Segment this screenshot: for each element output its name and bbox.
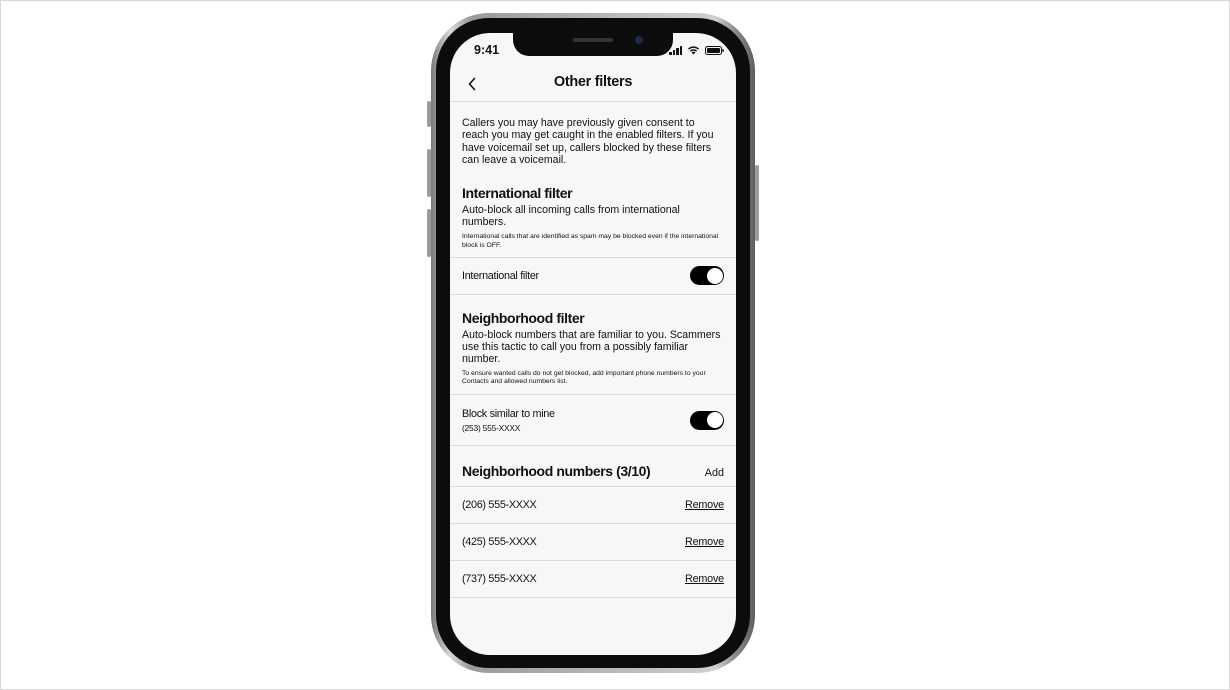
status-bar: 9:41 xyxy=(450,33,736,67)
neighborhood-numbers-header: Neighborhood numbers (3/10) Add xyxy=(450,463,736,479)
phone-frame: 9:41 Other filters Callers you may have … xyxy=(427,13,759,673)
international-filter-toggle-label: International filter xyxy=(462,269,539,282)
remove-button[interactable]: Remove xyxy=(685,573,724,585)
international-filter-row: International filter xyxy=(450,256,736,295)
block-similar-number: (253) 555-XXXX xyxy=(462,422,521,433)
page-title: Other filters xyxy=(553,74,633,90)
remove-button[interactable]: Remove xyxy=(685,536,724,548)
add-number-button[interactable]: Add xyxy=(705,467,724,479)
phone-screen: 9:41 Other filters Callers you may have … xyxy=(450,33,736,655)
toggle-knob xyxy=(706,412,723,429)
neighborhood-numbers-title: Neighborhood numbers (3/10) xyxy=(462,463,651,480)
intro-text: Callers you may have previously given co… xyxy=(462,117,714,167)
neighborhood-filter-note: To ensure wanted calls do not get blocke… xyxy=(462,369,706,386)
list-item: (206) 555-XXXX Remove xyxy=(450,487,736,525)
cellular-signal-icon xyxy=(669,46,682,55)
silent-switch xyxy=(427,101,431,127)
neighborhood-numbers-list: (206) 555-XXXX Remove (425) 555-XXXX Rem… xyxy=(450,487,736,599)
main-content: Callers you may have previously given co… xyxy=(450,102,736,599)
block-similar-toggle[interactable] xyxy=(690,410,724,430)
list-item: (737) 555-XXXX Remove xyxy=(450,561,736,599)
notch xyxy=(513,33,673,56)
wifi-icon xyxy=(687,45,700,55)
block-similar-text: Block similar to mine (253) 555-XXXX xyxy=(462,408,555,433)
international-filter-toggle[interactable] xyxy=(690,266,724,286)
status-icons xyxy=(669,45,724,55)
international-filter-description: Auto-block all incoming calls from inter… xyxy=(462,203,680,229)
neighborhood-filter-title: Neighborhood filter xyxy=(462,309,585,326)
battery-icon xyxy=(705,46,724,55)
neighborhood-number: (737) 555-XXXX xyxy=(462,573,537,586)
block-similar-row: Block similar to mine (253) 555-XXXX xyxy=(450,394,736,447)
front-camera xyxy=(635,36,643,44)
speaker-grille xyxy=(573,38,613,42)
status-time: 9:41 xyxy=(474,43,500,57)
neighborhood-number: (206) 555-XXXX xyxy=(462,499,537,512)
neighborhood-number: (425) 555-XXXX xyxy=(462,536,537,549)
international-filter-note: International calls that are identified … xyxy=(462,233,719,250)
list-item: (425) 555-XXXX Remove xyxy=(450,524,736,562)
power-button xyxy=(755,165,759,241)
toggle-knob xyxy=(706,267,723,284)
international-filter-title: International filter xyxy=(462,184,573,201)
neighborhood-filter-description: Auto-block numbers that are familiar to … xyxy=(462,328,721,366)
volume-up-button xyxy=(427,149,431,197)
block-similar-label: Block similar to mine xyxy=(462,407,555,420)
volume-down-button xyxy=(427,209,431,257)
remove-button[interactable]: Remove xyxy=(685,499,724,511)
nav-header: Other filters xyxy=(450,67,736,102)
